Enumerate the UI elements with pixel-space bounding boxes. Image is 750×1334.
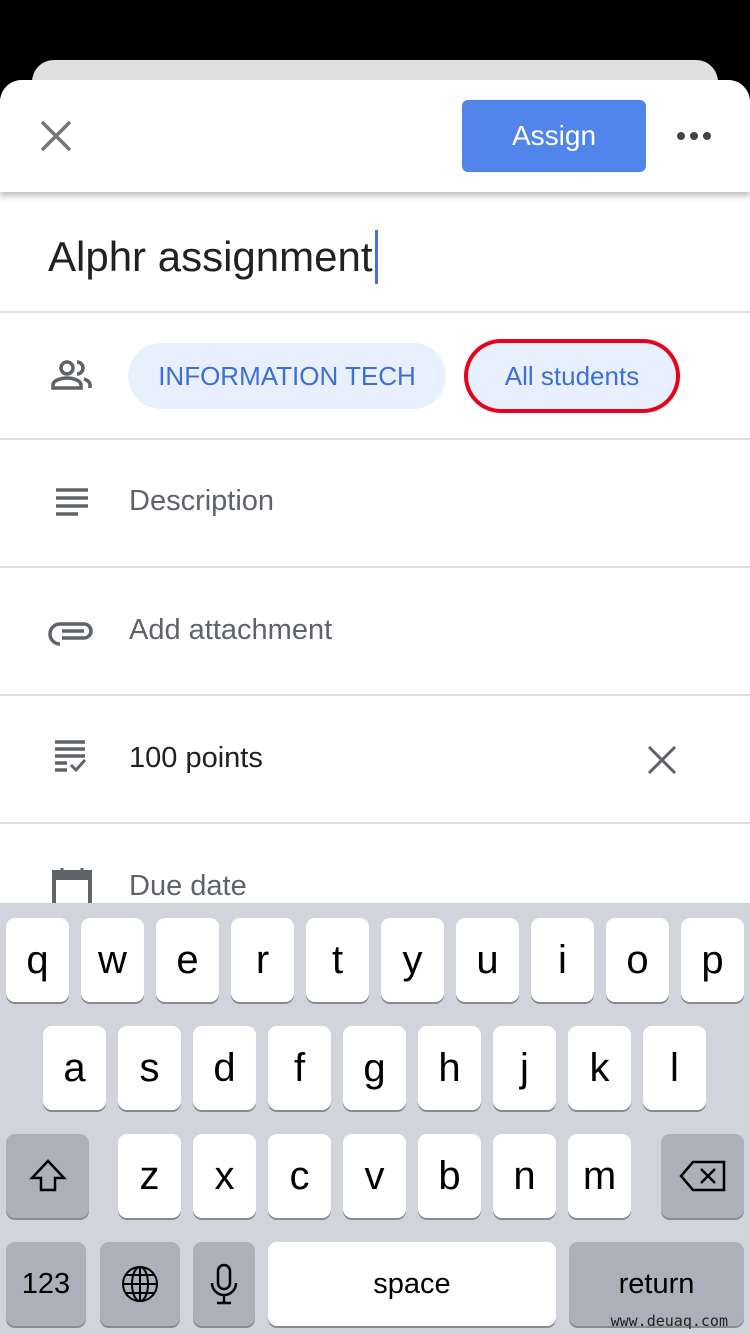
add-attachment-field[interactable]: Add attachment — [129, 614, 332, 647]
more-horiz-icon[interactable] — [676, 124, 712, 148]
text-caret — [374, 230, 378, 284]
divider — [0, 694, 750, 696]
key-k[interactable]: k — [568, 1026, 631, 1110]
divider — [0, 311, 750, 313]
key-e[interactable]: e — [156, 918, 219, 1002]
backspace-icon — [678, 1160, 725, 1192]
grading-icon — [55, 740, 87, 773]
key-c[interactable]: c — [268, 1134, 331, 1218]
key-l[interactable]: l — [643, 1026, 706, 1110]
key-x[interactable]: x — [193, 1134, 256, 1218]
key-p[interactable]: p — [681, 918, 744, 1002]
divider — [0, 438, 750, 440]
key-d[interactable]: d — [193, 1026, 256, 1110]
microphone-icon — [210, 1263, 238, 1305]
key-w[interactable]: w — [81, 918, 144, 1002]
students-chip[interactable]: All students — [468, 343, 676, 409]
clear-points-icon[interactable] — [646, 744, 678, 776]
people-icon — [51, 360, 92, 390]
key-j[interactable]: j — [493, 1026, 556, 1110]
shift-icon — [28, 1159, 67, 1192]
space-key[interactable]: space — [268, 1242, 556, 1326]
create-assignment-sheet: Assign Alphr assignment INFORMATION TECH… — [0, 80, 750, 920]
key-v[interactable]: v — [343, 1134, 406, 1218]
keyboard: 123 space return www.deuaq.com qwertyuio… — [0, 903, 750, 1334]
due-date-field[interactable]: Due date — [129, 870, 247, 903]
key-m[interactable]: m — [568, 1134, 631, 1218]
key-h[interactable]: h — [418, 1026, 481, 1110]
key-f[interactable]: f — [268, 1026, 331, 1110]
key-r[interactable]: r — [231, 918, 294, 1002]
key-b[interactable]: b — [418, 1134, 481, 1218]
key-a[interactable]: a — [43, 1026, 106, 1110]
header: Assign — [0, 80, 750, 192]
key-g[interactable]: g — [343, 1026, 406, 1110]
divider — [0, 566, 750, 568]
dictation-key[interactable] — [193, 1242, 255, 1326]
key-i[interactable]: i — [531, 918, 594, 1002]
points-field[interactable]: 100 points — [129, 742, 263, 775]
watermark: www.deuaq.com — [610, 1312, 728, 1330]
key-u[interactable]: u — [456, 918, 519, 1002]
key-s[interactable]: s — [118, 1026, 181, 1110]
attachment-icon — [48, 622, 93, 646]
key-q[interactable]: q — [6, 918, 69, 1002]
title-input[interactable]: Alphr assignment — [48, 230, 378, 284]
divider — [0, 822, 750, 824]
key-o[interactable]: o — [606, 918, 669, 1002]
backspace-key[interactable] — [661, 1134, 744, 1218]
close-icon[interactable] — [36, 116, 76, 156]
description-field[interactable]: Description — [129, 485, 274, 518]
globe-icon — [122, 1266, 158, 1302]
key-z[interactable]: z — [118, 1134, 181, 1218]
shift-key[interactable] — [6, 1134, 89, 1218]
description-icon — [56, 488, 88, 516]
key-y[interactable]: y — [381, 918, 444, 1002]
numbers-key[interactable]: 123 — [6, 1242, 86, 1326]
key-n[interactable]: n — [493, 1134, 556, 1218]
class-chip[interactable]: INFORMATION TECH — [128, 343, 446, 409]
assign-button[interactable]: Assign — [462, 100, 646, 172]
title-value: Alphr assignment — [48, 233, 373, 280]
key-t[interactable]: t — [306, 918, 369, 1002]
globe-key[interactable] — [100, 1242, 180, 1326]
